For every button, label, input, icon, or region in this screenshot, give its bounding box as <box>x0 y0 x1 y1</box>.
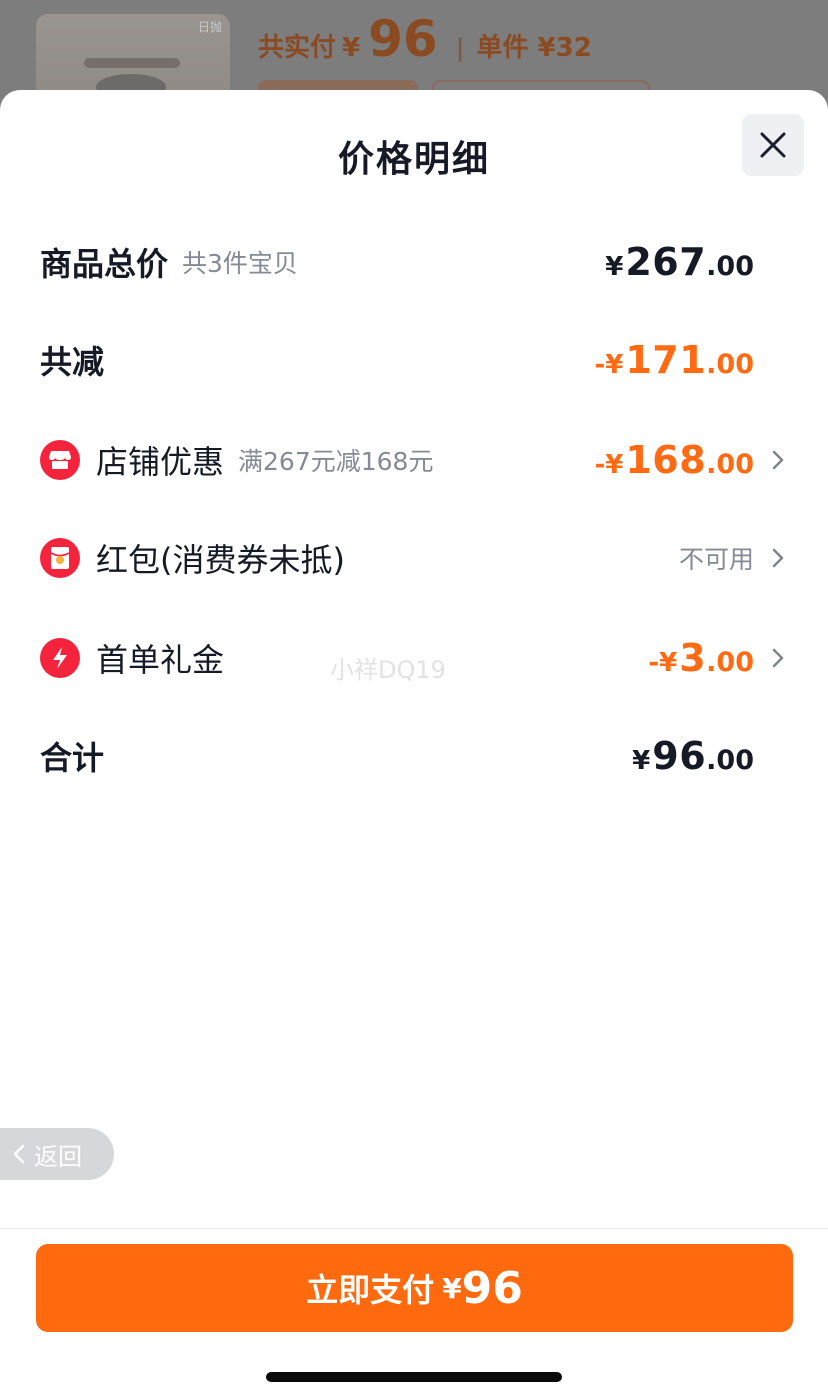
store-discount-amount: -¥ 168 .00 <box>594 438 754 482</box>
unit-price: 单件 ¥32 <box>476 33 592 63</box>
store-discount-row[interactable]: 店铺优惠 满267元减168元 -¥ 168 .00 <box>40 430 788 490</box>
goods-total-yen: ¥ <box>605 252 624 282</box>
red-packet-status: 不可用 <box>678 545 754 574</box>
store-discount-value: -¥ 168 .00 <box>594 438 754 482</box>
goods-total-dec: .00 <box>706 251 754 282</box>
pay-now-label: 立即支付 <box>306 1271 435 1309</box>
pay-now-amount: 96 <box>461 1262 523 1314</box>
footer-divider <box>0 1228 828 1229</box>
close-icon <box>760 132 786 158</box>
goods-total-label: 商品总价 <box>40 245 169 283</box>
price-separator: | <box>455 34 465 62</box>
total-paid-value: 96 <box>368 10 438 68</box>
home-indicator <box>266 1372 562 1382</box>
red-packet-label: 红包(消费券未抵) <box>96 541 345 579</box>
back-button[interactable]: 返回 <box>0 1128 114 1180</box>
sheet-title: 价格明细 <box>337 139 490 180</box>
first-order-label: 首单礼金 <box>96 641 225 679</box>
pay-now-button[interactable]: 立即支付 ¥ 96 <box>36 1244 793 1332</box>
sum-int: 96 <box>652 734 707 778</box>
total-reduce-row: 共减 -¥ 171 .00 <box>40 330 788 390</box>
store-discount-label: 店铺优惠 <box>96 443 225 481</box>
chevron-right-icon <box>768 544 788 572</box>
sum-value: ¥ 96 .00 <box>632 734 754 778</box>
sum-dec: .00 <box>706 745 754 776</box>
thumbnail-brow <box>84 58 180 68</box>
total-reduce-int: 171 <box>625 338 707 382</box>
back-label: 返回 <box>34 1142 82 1171</box>
first-order-amount: -¥ 3 .00 <box>648 636 754 680</box>
total-reduce-yen: -¥ <box>594 350 624 380</box>
chevron-right-icon <box>768 644 788 672</box>
chevron-right-icon <box>768 446 788 474</box>
watermark: 小祥DQ19 <box>330 656 446 684</box>
goods-count: 共3件宝贝 <box>182 249 298 278</box>
first-order-yen: -¥ <box>648 648 678 678</box>
lightning-icon <box>40 638 80 678</box>
total-reduce-amount: -¥ 171 .00 <box>594 338 754 382</box>
red-packet-row[interactable]: 红包(消费券未抵) 不可用 <box>40 528 788 588</box>
total-reduce-value: -¥ 171 .00 <box>594 338 754 382</box>
red-packet-status-wrap: 不可用 <box>679 540 754 576</box>
goods-total-amount: ¥ 267 .00 <box>605 240 754 284</box>
first-order-value: -¥ 3 .00 <box>648 636 754 680</box>
total-paid-label: 共实付 <box>258 33 337 63</box>
chevron-left-icon <box>13 1144 25 1164</box>
goods-total-value: ¥ 267 .00 <box>605 240 754 284</box>
sum-row: 合计 ¥ 96 .00 <box>40 726 788 786</box>
total-reduce-label: 共减 <box>40 343 105 381</box>
store-discount-dec: .00 <box>706 449 754 480</box>
price-detail-sheet: 价格明细 商品总价 共3件宝贝 ¥ 267 .00 共减 -¥ 171 .00 <box>0 90 828 1397</box>
total-reduce-dec: .00 <box>706 349 754 380</box>
store-discount-int: 168 <box>625 438 707 482</box>
goods-total-int: 267 <box>625 240 707 284</box>
first-order-dec: .00 <box>706 647 754 678</box>
thumbnail-tag: 日抛 <box>197 20 222 34</box>
sum-yen: ¥ <box>632 746 651 776</box>
store-discount-yen: -¥ <box>594 450 624 480</box>
red-packet-icon <box>40 538 80 578</box>
close-button[interactable] <box>742 114 804 176</box>
sum-label: 合计 <box>40 739 105 777</box>
goods-total-row: 商品总价 共3件宝贝 ¥ 267 .00 <box>40 232 788 292</box>
sum-amount: ¥ 96 .00 <box>632 734 754 778</box>
total-paid-yen: ¥ <box>342 33 361 63</box>
first-order-int: 3 <box>679 636 707 680</box>
background-price: 共实付 ¥ 96 | 单件 ¥32 <box>258 14 592 74</box>
store-icon <box>40 440 80 480</box>
store-discount-rule: 满267元减168元 <box>238 447 434 476</box>
pay-now-yen: ¥ <box>442 1271 462 1305</box>
